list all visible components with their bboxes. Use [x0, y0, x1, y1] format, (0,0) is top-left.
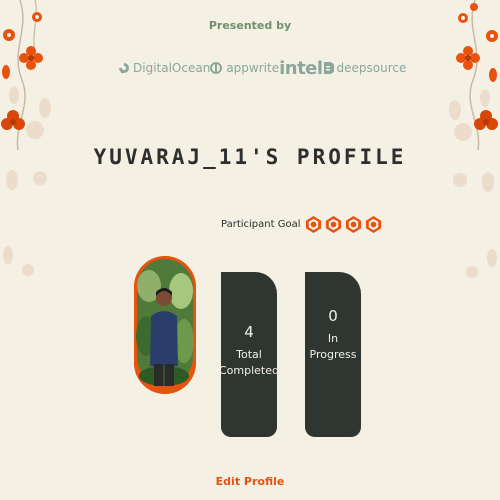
sponsor-name: deepsource — [336, 61, 407, 75]
sponsor-deepsource: deepsource — [323, 61, 407, 75]
intel-logo-icon: intel — [279, 57, 323, 79]
sponsor-name: appwrite — [226, 61, 280, 75]
goal-badge-icon — [346, 215, 362, 233]
goal-badge-icon — [326, 215, 342, 233]
total-completed-card: 4 Total Completed — [219, 272, 279, 437]
total-completed-label-line2: Completed — [219, 363, 279, 377]
in-progress-value: 0 — [328, 306, 338, 325]
goal-badge-icon — [366, 215, 382, 233]
total-completed-value: 4 — [244, 322, 254, 341]
presented-by-label: Presented by — [208, 19, 292, 32]
avatar — [134, 256, 196, 394]
sponsor-logos: DigitalOcean appwrite intel deepsource — [118, 55, 406, 81]
sponsor-digitalocean: DigitalOcean — [118, 61, 210, 75]
digitalocean-logo-icon — [119, 63, 129, 73]
total-completed-label-line1: Total — [236, 347, 262, 361]
page-title: YUVARAJ_11'S PROFILE — [93, 145, 407, 169]
sponsor-appwrite: appwrite — [210, 61, 279, 75]
in-progress-card: 0 In Progress — [305, 272, 361, 437]
sponsor-intel: intel — [279, 57, 323, 79]
sponsor-name: DigitalOcean — [133, 61, 211, 75]
appwrite-logo-icon — [210, 62, 223, 74]
participant-goal: Participant Goal — [221, 211, 382, 237]
participant-goal-label: Participant Goal — [221, 218, 301, 230]
deepsource-logo-icon — [323, 62, 334, 74]
in-progress-label: In Progress — [309, 331, 357, 361]
goal-badge-icon — [306, 215, 322, 233]
edit-profile-link[interactable]: Edit Profile — [0, 475, 500, 488]
